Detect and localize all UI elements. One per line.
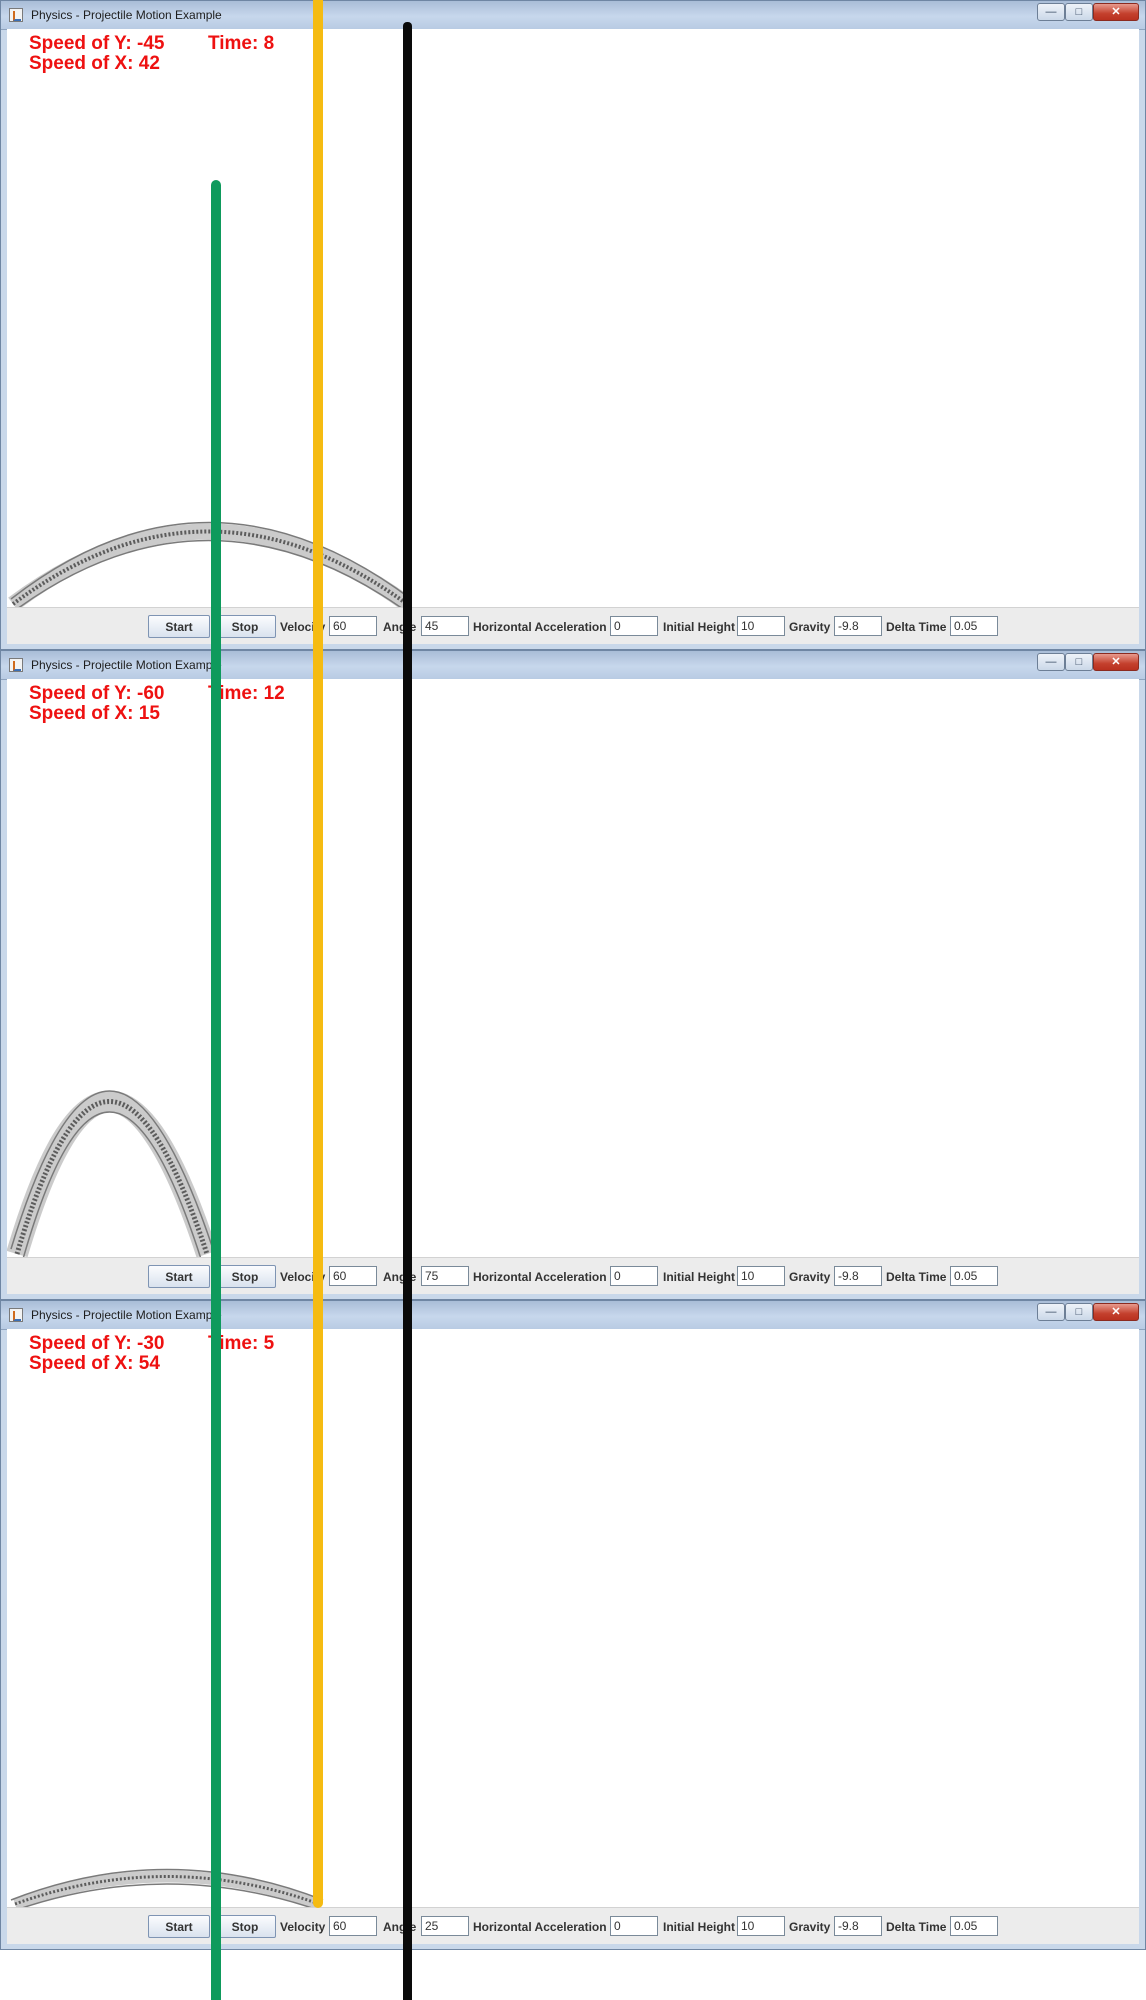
- initial-height-field[interactable]: [737, 1916, 785, 1936]
- gravity-label: Gravity: [789, 620, 831, 634]
- angle-field[interactable]: [421, 1266, 469, 1286]
- velocity-label: Velocity: [280, 1920, 326, 1934]
- start-button[interactable]: Start: [148, 1915, 210, 1938]
- initial-height-label: Initial Height: [663, 620, 735, 634]
- window-title: Physics - Projectile Motion Example: [31, 658, 222, 672]
- maximize-icon[interactable]: □: [1065, 3, 1093, 21]
- delta-time-label: Delta Time: [886, 1270, 947, 1284]
- minimize-icon[interactable]: —: [1037, 653, 1065, 671]
- trajectory-plot: [8, 521, 412, 607]
- delta-time-field[interactable]: [950, 1266, 998, 1286]
- java-app-icon: [9, 658, 23, 672]
- projectile-window-1: Physics - Projectile Motion Example — □ …: [0, 0, 1146, 650]
- close-icon[interactable]: ✕: [1093, 653, 1139, 671]
- close-icon[interactable]: ✕: [1093, 1303, 1139, 1321]
- delta-time-label: Delta Time: [886, 1920, 947, 1934]
- window-title: Physics - Projectile Motion Example: [31, 8, 222, 22]
- horizontal-acceleration-label: Horizontal Acceleration: [473, 1920, 607, 1934]
- gravity-label: Gravity: [789, 1270, 831, 1284]
- black-vertical-line: [403, 22, 412, 2000]
- simulation-canvas: Speed of Y: -30 Time: 5 Speed of X: 54: [7, 1329, 1139, 1907]
- gravity-label: Gravity: [789, 1920, 831, 1934]
- control-panel: Start Stop Velocity Angle Horizontal Acc…: [7, 1257, 1139, 1294]
- control-panel: Start Stop Velocity Angle Horizontal Acc…: [7, 1907, 1139, 1944]
- trajectory-plot: [7, 1090, 218, 1257]
- delta-time-label: Delta Time: [886, 620, 947, 634]
- minimize-icon[interactable]: —: [1037, 1303, 1065, 1321]
- trajectory-plot: [10, 1868, 324, 1907]
- horizontal-acceleration-field[interactable]: [610, 1916, 658, 1936]
- java-app-icon: [9, 1308, 23, 1322]
- initial-height-field[interactable]: [737, 616, 785, 636]
- delta-time-field[interactable]: [950, 1916, 998, 1936]
- initial-height-label: Initial Height: [663, 1270, 735, 1284]
- horizontal-acceleration-label: Horizontal Acceleration: [473, 620, 607, 634]
- gravity-field[interactable]: [834, 1916, 882, 1936]
- java-app-icon: [9, 8, 23, 22]
- horizontal-acceleration-field[interactable]: [610, 616, 658, 636]
- stop-button[interactable]: Stop: [214, 1265, 276, 1288]
- start-button[interactable]: Start: [148, 1265, 210, 1288]
- minimize-icon[interactable]: —: [1037, 3, 1065, 21]
- horizontal-acceleration-field[interactable]: [610, 1266, 658, 1286]
- green-vertical-line: [211, 180, 221, 2000]
- projectile-window-3: Physics - Projectile Motion Example — □ …: [0, 1300, 1146, 1950]
- velocity-field[interactable]: [329, 1916, 377, 1936]
- gravity-field[interactable]: [834, 1266, 882, 1286]
- close-icon[interactable]: ✕: [1093, 3, 1139, 21]
- window-titlebar[interactable]: Physics - Projectile Motion Example — □ …: [1, 1301, 1145, 1330]
- gravity-field[interactable]: [834, 616, 882, 636]
- window-titlebar[interactable]: Physics - Projectile Motion Example — □ …: [1, 651, 1145, 680]
- delta-time-field[interactable]: [950, 616, 998, 636]
- simulation-canvas: Speed of Y: -60 Time: 12 Speed of X: 15: [7, 679, 1139, 1257]
- maximize-icon[interactable]: □: [1065, 653, 1093, 671]
- velocity-field[interactable]: [329, 1266, 377, 1286]
- yellow-vertical-line: [313, 0, 323, 1908]
- angle-field[interactable]: [421, 616, 469, 636]
- control-panel: Start Stop Velocity Angle Horizontal Acc…: [7, 607, 1139, 644]
- window-titlebar[interactable]: Physics - Projectile Motion Example — □ …: [1, 1, 1145, 30]
- maximize-icon[interactable]: □: [1065, 1303, 1093, 1321]
- projectile-window-2: Physics - Projectile Motion Example — □ …: [0, 650, 1146, 1300]
- velocity-field[interactable]: [329, 616, 377, 636]
- angle-field[interactable]: [421, 1916, 469, 1936]
- horizontal-acceleration-label: Horizontal Acceleration: [473, 1270, 607, 1284]
- start-button[interactable]: Start: [148, 615, 210, 638]
- simulation-canvas: Speed of Y: -45 Time: 8 Speed of X: 42: [7, 29, 1139, 607]
- stop-button[interactable]: Stop: [214, 1915, 276, 1938]
- window-title: Physics - Projectile Motion Example: [31, 1308, 222, 1322]
- initial-height-field[interactable]: [737, 1266, 785, 1286]
- stop-button[interactable]: Stop: [214, 615, 276, 638]
- initial-height-label: Initial Height: [663, 1920, 735, 1934]
